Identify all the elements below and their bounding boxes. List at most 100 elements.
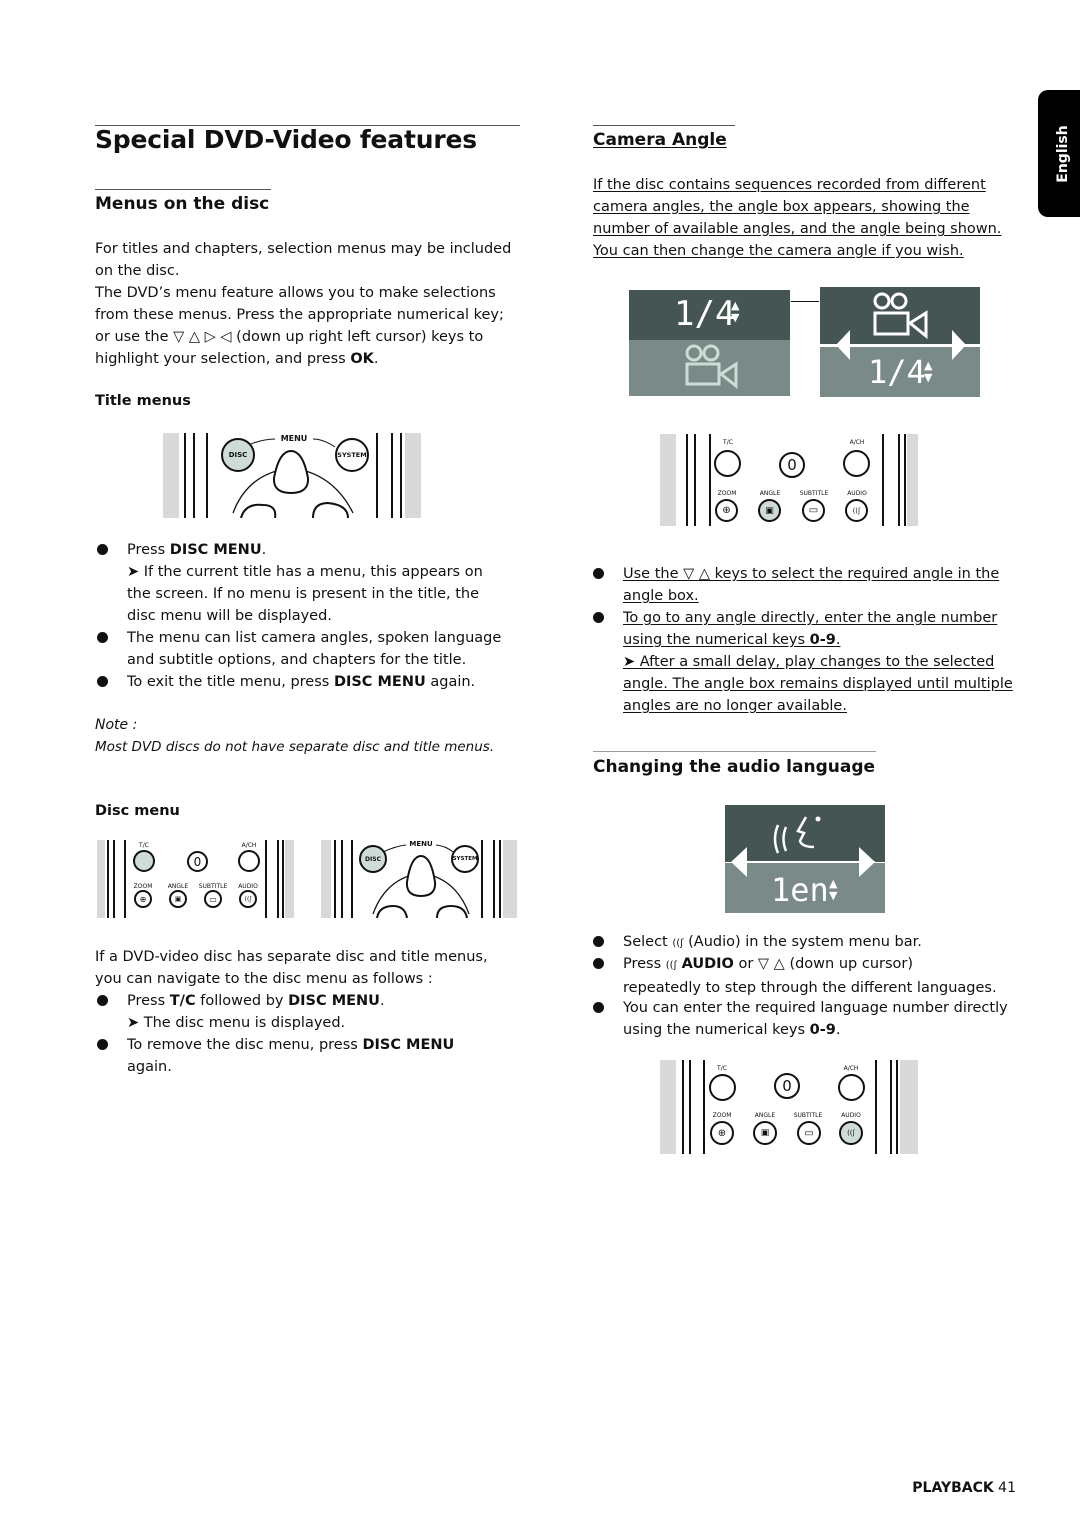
audio-icon: ((ʃ [244, 895, 252, 903]
title-menus-heading: Title menus [95, 393, 191, 409]
audio-label: AUDIO [238, 883, 258, 890]
audio-label: AUDIO [841, 1112, 861, 1119]
remote-edge-line [107, 840, 109, 918]
page-title: Special DVD-Video features [95, 125, 477, 154]
bold-text: OK [350, 351, 374, 367]
remote-edge-line [709, 434, 711, 526]
text-line: If a DVD-video disc has separate disc an… [95, 949, 488, 965]
text: . [261, 542, 267, 558]
language-tab: English [1038, 90, 1080, 217]
bullet-item: To remove the disc menu, press DISC MENU… [97, 1034, 517, 1078]
tc-button[interactable] [133, 850, 155, 872]
ach-button[interactable] [238, 850, 260, 872]
ach-label: A/CH [843, 1065, 859, 1072]
updown-icon: ▲ ▼ [731, 299, 740, 324]
subtitle-button[interactable]: ▭ [797, 1121, 821, 1145]
ach-button[interactable] [843, 450, 870, 477]
bullet-item: Press DISC MENU. ➤ If the current title … [97, 539, 517, 627]
audio-button[interactable]: ((ʃ [845, 499, 868, 522]
zero-button[interactable]: 0 [187, 851, 208, 872]
text-line: number of available angles, and the angl… [593, 221, 1002, 237]
zero-button[interactable]: 0 [779, 452, 805, 478]
subtitle-button[interactable]: ▭ [204, 890, 222, 908]
text-line: angle box. [623, 588, 699, 604]
remote-edge-line [282, 840, 284, 918]
audio-osd: 1en ▲ ▼ [725, 805, 885, 913]
audio-language-value: 1en [771, 871, 829, 909]
zero-label: 0 [782, 1077, 792, 1095]
menus-intro: For titles and chapters, selection menus… [95, 238, 511, 370]
bullet-item: Press ((ʃ AUDIO or ▽ △ (down up cursor) … [593, 953, 1023, 999]
system-button[interactable]: SYSTEM [335, 438, 369, 472]
camera-angle-heading: Camera Angle [593, 130, 727, 150]
remote-edge-line [689, 1060, 691, 1154]
page-number: 41 [998, 1480, 1016, 1496]
remote-keypad-panel: T/C A/CH 0 ZOOM ANGLE SUBTITLE AUDIO ⊕ ▣… [660, 1060, 918, 1154]
subtitle-icon: ▭ [804, 1127, 814, 1139]
bullet-item: The menu can list camera angles, spoken … [97, 627, 517, 671]
remote-edge-line [898, 434, 900, 526]
bullet-item: You can enter the required language numb… [593, 997, 1023, 1041]
updown-icon: ▲ ▼ [924, 359, 933, 384]
text: . [379, 993, 385, 1009]
ach-label: A/CH [241, 842, 257, 849]
ach-button[interactable] [838, 1074, 865, 1101]
remote-edge-line [694, 434, 696, 526]
zoom-label: ZOOM [712, 1112, 732, 1119]
camera-icon: ▣ [174, 895, 182, 903]
bullet-icon [97, 1039, 108, 1050]
text: To exit the title menu, press [127, 674, 334, 690]
subtitle-button[interactable]: ▭ [802, 499, 825, 522]
bullet-icon [593, 612, 604, 623]
remote-edge-line [904, 434, 906, 526]
zoom-icon: ⊕ [717, 1127, 727, 1139]
zoom-label: ZOOM [133, 883, 153, 890]
text-line: To go to any angle directly, enter the a… [623, 610, 998, 626]
bullet-item: To go to any angle directly, enter the a… [593, 607, 1023, 717]
remote-menu-panel: MENU DISC SYSTEM [163, 433, 421, 518]
angle-value: 1/4 [868, 353, 926, 391]
remote-edge-line [682, 1060, 684, 1154]
angle-button[interactable]: ▣ [753, 1121, 777, 1145]
remote-edge-line [875, 1060, 877, 1154]
bullet-item: Use the ▽ △ keys to select the required … [593, 563, 1023, 607]
result-line: disc menu will be displayed. [127, 608, 332, 624]
zoom-icon: ⊕ [722, 505, 731, 516]
audio-button[interactable]: ((ʃ [239, 890, 257, 908]
text-line: camera angles, the angle box appears, sh… [593, 199, 970, 215]
disc-button[interactable]: DISC [359, 845, 387, 873]
audio-button[interactable]: ((ʃ [839, 1121, 863, 1145]
bullet-icon [593, 958, 604, 969]
system-button[interactable]: SYSTEM [451, 845, 479, 873]
zoom-button[interactable]: ⊕ [710, 1121, 734, 1145]
angle-button[interactable]: ▣ [758, 499, 781, 522]
cursor-pad-icon [372, 844, 470, 918]
text: highlight your selection, and press [95, 351, 351, 367]
text-line: If the disc contains sequences recorded … [593, 177, 986, 193]
angle-label: ANGLE [754, 1112, 776, 1119]
subtitle-icon: ▭ [209, 894, 217, 904]
remote-edge [907, 434, 918, 526]
text-line: you can navigate to the disc menu as fol… [95, 971, 433, 987]
audio-label: AUDIO [847, 490, 867, 497]
zero-button[interactable]: 0 [774, 1073, 800, 1099]
tc-button[interactable] [714, 450, 741, 477]
tc-button[interactable] [709, 1074, 736, 1101]
language-tab-label: English [1055, 124, 1071, 183]
angle-label: ANGLE [759, 490, 781, 497]
zoom-button[interactable]: ⊕ [134, 890, 152, 908]
remote-edge-line [686, 434, 688, 526]
remote-edge-line [265, 840, 267, 918]
text: Press [623, 956, 666, 972]
disc-button[interactable]: DISC [221, 438, 255, 472]
bullet-icon [97, 676, 108, 687]
bold-text: 0-9 [809, 632, 836, 648]
result-line: the screen. If no menu is present in the… [127, 586, 480, 602]
bullet-item: Press T/C followed by DISC MENU. ➤ The d… [97, 990, 517, 1034]
page-footer: PLAYBACK 41 [912, 1480, 1016, 1496]
angle-button[interactable]: ▣ [169, 890, 187, 908]
bullet-item: Select ((ʃ (Audio) in the system menu ba… [593, 931, 1023, 955]
bold-text: AUDIO [681, 956, 734, 972]
subtitle-label: SUBTITLE [799, 490, 829, 497]
zoom-button[interactable]: ⊕ [715, 499, 738, 522]
